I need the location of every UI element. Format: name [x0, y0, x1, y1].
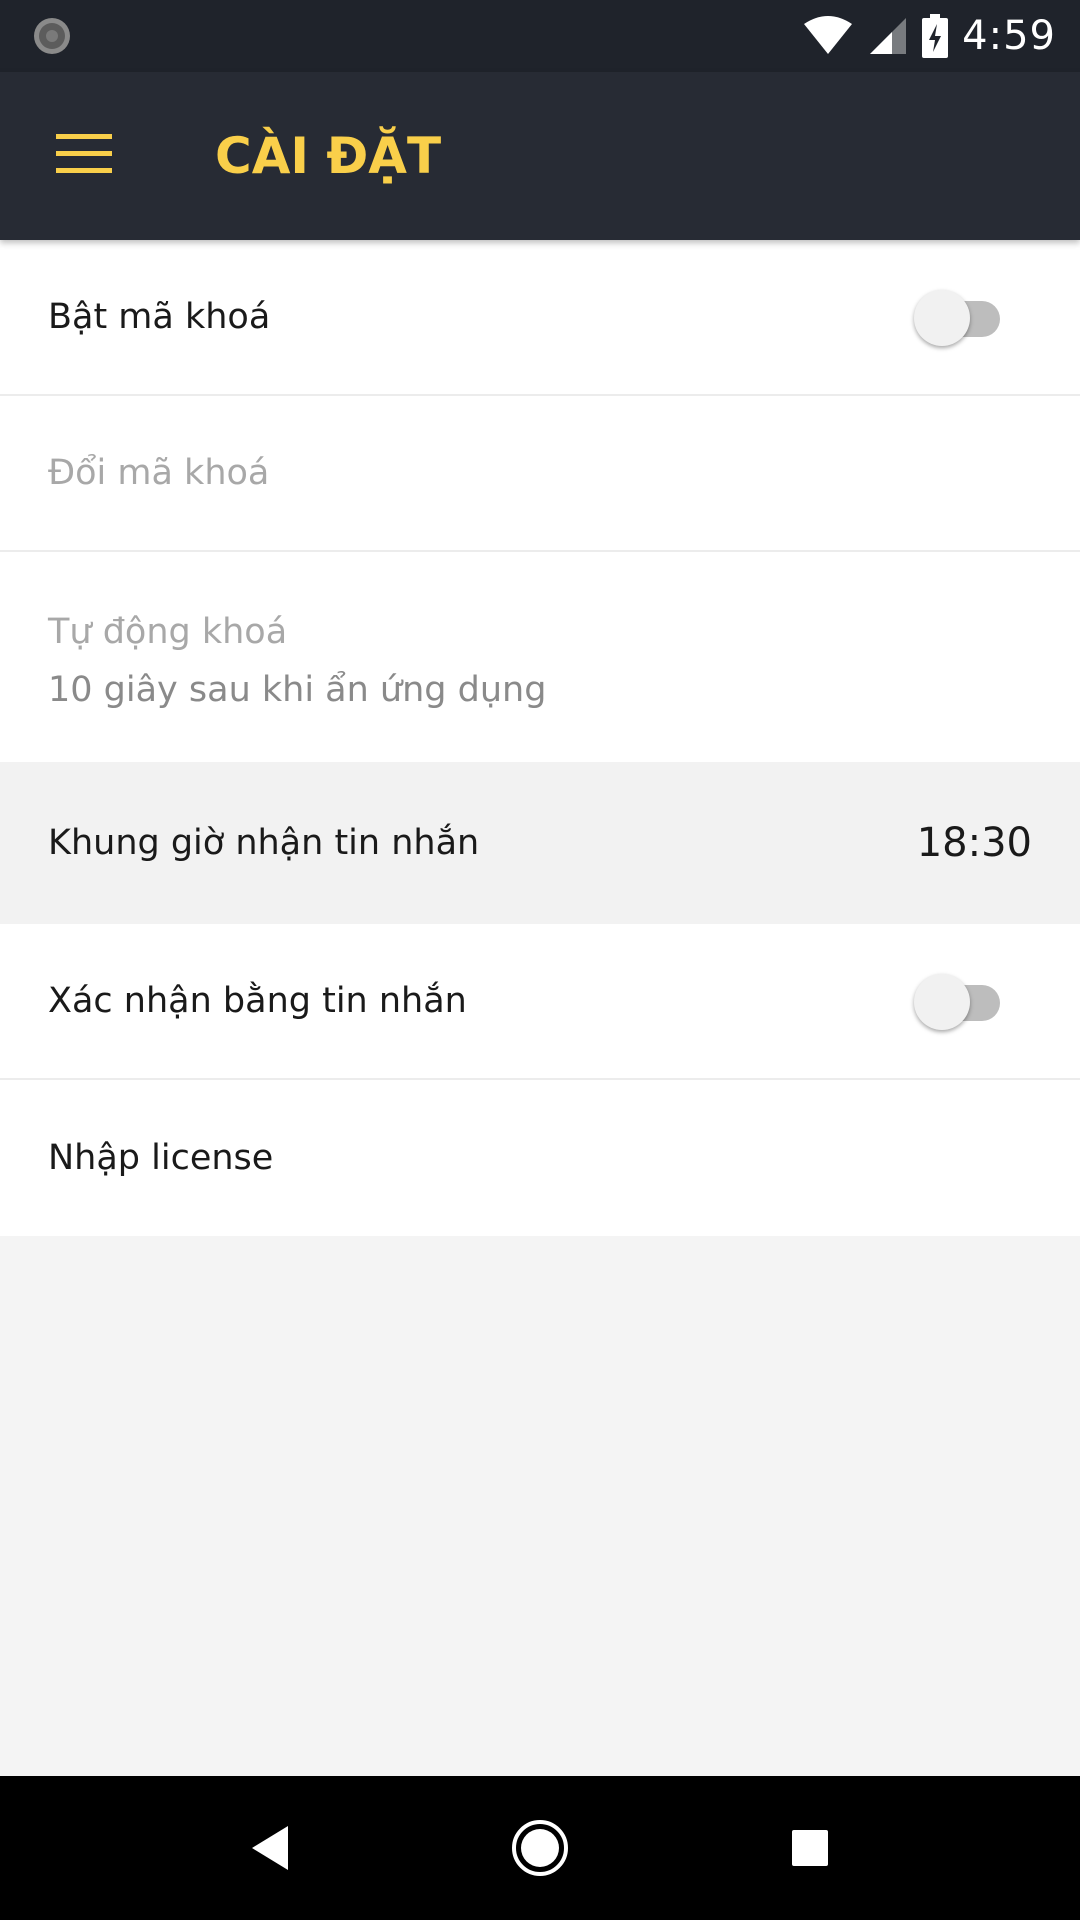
setting-change-passcode[interactable]: Đổi mã khoá [0, 396, 1080, 552]
setting-auto-lock[interactable]: Tự động khoá 10 giây sau khi ẩn ứng dụng [0, 552, 1080, 762]
back-button[interactable] [200, 1776, 340, 1920]
setting-label: Nhập license [48, 1138, 274, 1178]
setting-label: Bật mã khoá [48, 297, 271, 337]
home-icon [512, 1820, 568, 1876]
setting-label: Xác nhận bằng tin nhắn [48, 981, 467, 1021]
status-time: 4:59 [962, 13, 1056, 59]
setting-enable-passcode[interactable]: Bật mã khoá [0, 240, 1080, 396]
setting-value: 18:30 [916, 820, 1032, 866]
wifi-icon [804, 16, 853, 54]
status-icons: 4:59 [802, 0, 1056, 72]
loading-spinner-icon [34, 18, 70, 54]
menu-button[interactable] [44, 124, 124, 184]
toggle-thumb [914, 974, 970, 1030]
hamburger-menu-icon [56, 134, 112, 173]
settings-list: Bật mã khoá Đổi mã khoá Tự động khoá 10 … [0, 240, 1080, 1236]
battery-charging-icon [922, 14, 949, 58]
recents-icon [792, 1830, 828, 1866]
setting-license[interactable]: Nhập license [0, 1080, 1080, 1236]
enable-passcode-toggle[interactable] [914, 287, 1000, 347]
back-icon [252, 1826, 288, 1870]
toggle-thumb [914, 290, 970, 346]
setting-label: Đổi mã khoá [48, 453, 270, 493]
page-title: CÀI ĐẶT [215, 127, 442, 185]
home-button[interactable] [470, 1776, 610, 1920]
setting-label: Khung giờ nhận tin nhắn [48, 823, 480, 863]
setting-message-time[interactable]: Khung giờ nhận tin nhắn 18:30 [0, 762, 1080, 924]
setting-value: 10 giây sau khi ẩn ứng dụng [48, 670, 547, 710]
cell-signal-icon [870, 18, 907, 54]
status-bar: 4:59 [0, 0, 1080, 72]
setting-sms-confirm[interactable]: Xác nhận bằng tin nhắn [0, 924, 1080, 1080]
navigation-bar [0, 1776, 1080, 1920]
sms-confirm-toggle[interactable] [914, 971, 1000, 1031]
recents-button[interactable] [740, 1776, 880, 1920]
app-bar: CÀI ĐẶT [0, 72, 1080, 240]
setting-label: Tự động khoá [48, 612, 288, 652]
